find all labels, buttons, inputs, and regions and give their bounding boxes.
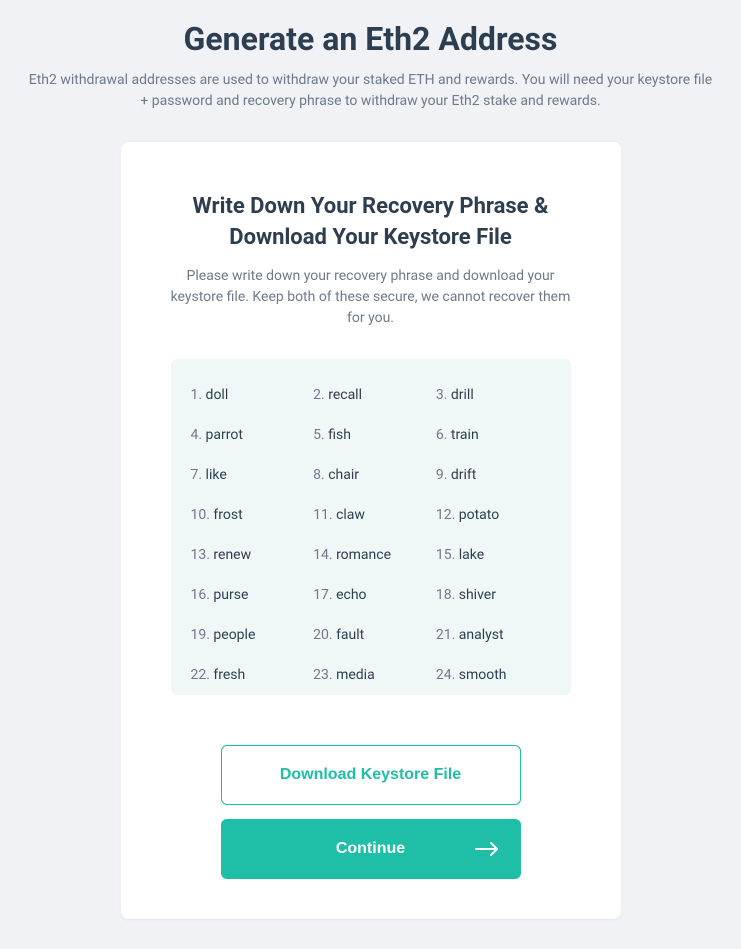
phrase-number: 15. [436,547,459,563]
phrase-word: 11. claw [313,507,428,523]
phrase-word: 22. fresh [191,667,306,683]
phrase-number: 21. [436,627,459,643]
phrase-word: 10. frost [191,507,306,523]
phrase-word-text: potato [459,507,499,523]
recovery-card: Write Down Your Recovery Phrase & Downlo… [121,142,621,919]
phrase-number: 22. [191,667,214,683]
phrase-number: 1. [191,387,206,403]
phrase-word: 12. potato [436,507,551,523]
phrase-word-text: parrot [206,427,243,443]
phrase-word-text: recall [328,387,362,403]
phrase-number: 12. [436,507,459,523]
phrase-word-text: renew [213,547,251,563]
phrase-number: 4. [191,427,206,443]
phrase-word: 19. people [191,627,306,643]
phrase-word: 14. romance [313,547,428,563]
download-keystore-label: Download Keystore File [280,766,461,784]
phrase-number: 19. [191,627,214,643]
phrase-word: 24. smooth [436,667,551,683]
phrase-word: 9. drift [436,467,551,483]
phrase-word-text: train [451,427,479,443]
phrase-word-text: echo [336,587,366,603]
card-title: Write Down Your Recovery Phrase & Downlo… [171,192,571,254]
phrase-number: 23. [313,667,336,683]
phrase-word: 15. lake [436,547,551,563]
phrase-word: 3. drill [436,387,551,403]
phrase-word: 16. purse [191,587,306,603]
phrase-number: 24. [436,667,459,683]
phrase-word-text: frost [213,507,242,523]
phrase-word: 23. media [313,667,428,683]
phrase-number: 11. [313,507,336,523]
phrase-word: 21. analyst [436,627,551,643]
phrase-number: 13. [191,547,214,563]
phrase-word: 1. doll [191,387,306,403]
phrase-word: 5. fish [313,427,428,443]
phrase-number: 14. [313,547,336,563]
phrase-word: 20. fault [313,627,428,643]
phrase-word: 7. like [191,467,306,483]
page-title: Generate an Eth2 Address [24,20,717,58]
phrase-number: 9. [436,467,451,483]
phrase-word: 17. echo [313,587,428,603]
phrase-number: 10. [191,507,214,523]
card-description: Please write down your recovery phrase a… [171,266,571,329]
phrase-word-text: analyst [459,627,504,643]
phrase-word-text: fresh [213,667,245,683]
recovery-phrase-grid: 1. doll 2. recall 3. drill 4. parrot 5. fish… [191,387,551,683]
phrase-word-text: romance [336,547,391,563]
phrase-word-text: shiver [459,587,496,603]
phrase-word: 6. train [436,427,551,443]
phrase-word-text: claw [336,507,365,523]
phrase-word-text: fault [336,627,364,643]
button-container: Download Keystore File Continue [171,745,571,879]
phrase-word: 8. chair [313,467,428,483]
phrase-number: 3. [436,387,451,403]
phrase-word-text: purse [213,587,248,603]
phrase-word-text: lake [459,547,484,563]
phrase-word-text: chair [328,467,359,483]
phrase-word-text: smooth [459,667,507,683]
phrase-number: 7. [191,467,206,483]
page-subtitle: Eth2 withdrawal addresses are used to wi… [24,70,717,112]
phrase-word-text: drift [451,467,477,483]
phrase-number: 2. [313,387,328,403]
phrase-word: 4. parrot [191,427,306,443]
recovery-phrase-box: 1. doll 2. recall 3. drill 4. parrot 5. fish… [171,359,571,695]
phrase-word-text: drill [451,387,474,403]
phrase-word-text: doll [206,387,229,403]
phrase-number: 5. [313,427,328,443]
continue-label: Continue [336,840,405,858]
phrase-word: 13. renew [191,547,306,563]
phrase-number: 17. [313,587,336,603]
phrase-word-text: media [336,667,375,683]
arrow-right-icon [475,842,499,856]
phrase-word-text: people [213,627,255,643]
download-keystore-button[interactable]: Download Keystore File [221,745,521,805]
phrase-word-text: fish [328,427,351,443]
phrase-word: 2. recall [313,387,428,403]
phrase-number: 20. [313,627,336,643]
phrase-number: 6. [436,427,451,443]
phrase-word-text: like [206,467,227,483]
phrase-number: 18. [436,587,459,603]
phrase-number: 16. [191,587,214,603]
phrase-number: 8. [313,467,328,483]
phrase-word: 18. shiver [436,587,551,603]
continue-button[interactable]: Continue [221,819,521,879]
